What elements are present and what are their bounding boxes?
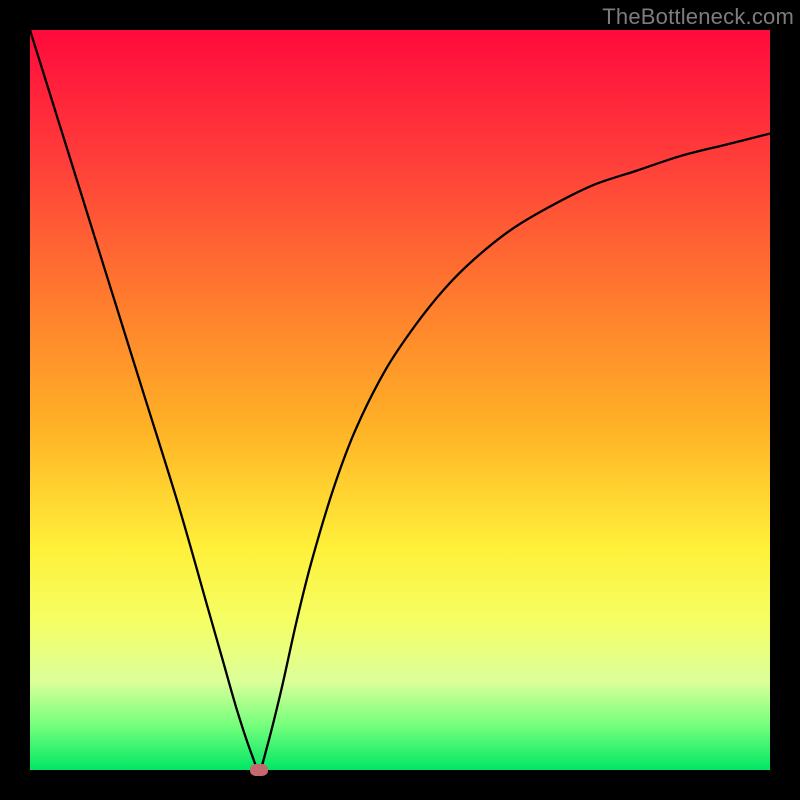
- plot-area: [30, 30, 770, 770]
- bottleneck-curve: [30, 30, 770, 770]
- watermark-text: TheBottleneck.com: [602, 4, 794, 30]
- optimum-marker: [250, 764, 268, 776]
- chart-container: TheBottleneck.com: [0, 0, 800, 800]
